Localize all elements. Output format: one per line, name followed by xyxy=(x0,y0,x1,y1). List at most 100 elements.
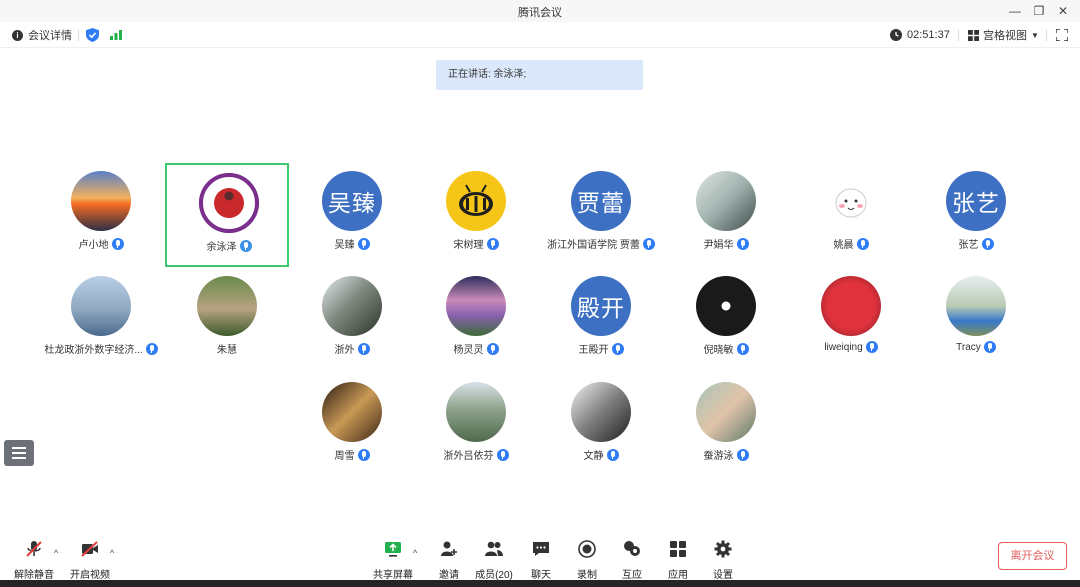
microphone-status-icon xyxy=(486,237,499,250)
participant-tile[interactable]: 贾蕾 浙江外国语学院 贾蕾 xyxy=(539,163,663,267)
gear-icon xyxy=(714,540,732,558)
record-button[interactable]: 录制 xyxy=(562,540,612,581)
participant-name-row: 浙外 xyxy=(280,341,424,356)
participant-tile[interactable]: Tracy xyxy=(914,268,1038,372)
participant-name: 周雪 xyxy=(334,451,355,462)
participant-name: 蚕游泳 xyxy=(703,451,734,462)
participant-tile[interactable]: 卢小地 xyxy=(39,163,163,267)
start-video-button[interactable]: 开启视频 xyxy=(65,540,115,581)
video-options-chevron-up-icon[interactable]: ^ xyxy=(110,548,114,558)
participant-tile[interactable]: 朱慧 xyxy=(165,268,289,372)
participant-name: 杨灵灵 xyxy=(453,345,484,356)
participant-tile[interactable]: 张艺 张艺 xyxy=(914,163,1038,267)
share-screen-icon xyxy=(385,542,401,557)
bottom-control-bar: 解除静音 ^ 开启视频 ^ 共享屏幕 ^ 邀请 成员(20) 聊天 录制 互应 … xyxy=(0,534,1080,581)
participant-tile[interactable]: 姚晨 xyxy=(789,163,913,267)
security-shield-icon[interactable] xyxy=(86,22,99,48)
divider xyxy=(78,29,79,41)
restore-button[interactable]: ❐ xyxy=(1028,2,1050,20)
participant-name: 倪晓敏 xyxy=(703,345,734,356)
participant-name: 姚晨 xyxy=(833,240,854,251)
members-button[interactable]: 成员(20) xyxy=(469,540,519,581)
participant-avatar xyxy=(322,382,382,442)
interact-button[interactable]: 互应 xyxy=(607,540,657,581)
participant-tile[interactable]: 吴臻 吴臻 xyxy=(290,163,414,267)
participant-tile[interactable]: liweiqing xyxy=(789,268,913,372)
participant-tile[interactable]: 浙外 xyxy=(290,268,414,372)
clock-icon xyxy=(890,29,902,41)
participant-name: 王殿开 xyxy=(578,345,609,356)
microphone-status-icon xyxy=(736,448,749,461)
participant-avatar xyxy=(71,276,131,336)
fullscreen-icon[interactable] xyxy=(1056,22,1068,48)
participant-tile[interactable]: 余泳泽 xyxy=(165,163,289,267)
participant-tile[interactable]: 周雪 xyxy=(290,374,414,478)
share-screen-button[interactable]: 共享屏幕 xyxy=(368,540,418,581)
meeting-toolbar: i 会议详情 02:51:37 宫格视图 ▼ xyxy=(0,22,1080,48)
participant-name: liweiqing xyxy=(824,341,863,353)
participant-name: 朱慧 xyxy=(217,345,237,356)
close-button[interactable]: ✕ xyxy=(1052,2,1074,20)
meeting-details-label: 会议详情 xyxy=(28,30,72,42)
participant-tile[interactable]: 倪晓敏 xyxy=(664,268,788,372)
participant-name-row: 朱慧 xyxy=(155,341,299,356)
participant-list-toggle[interactable] xyxy=(4,440,34,466)
record-label: 录制 xyxy=(577,570,597,581)
apps-label: 应用 xyxy=(668,570,688,581)
microphone-status-icon xyxy=(865,341,878,353)
participant-name-row: 吴臻 xyxy=(280,236,424,251)
participant-name: 文静 xyxy=(583,451,604,462)
view-mode-dropdown[interactable]: 宫格视图 ▼ xyxy=(968,22,1039,48)
start-video-label: 开启视频 xyxy=(70,570,110,581)
invite-button[interactable]: 邀请 xyxy=(424,540,474,581)
unmute-label: 解除静音 xyxy=(14,570,54,581)
network-signal-icon[interactable] xyxy=(110,22,122,48)
participant-tile[interactable]: 尹娟华 xyxy=(664,163,788,267)
participant-tile[interactable]: 杨灵灵 xyxy=(414,268,538,372)
participant-avatar xyxy=(821,276,881,336)
microphone-status-icon xyxy=(606,448,619,461)
participant-avatar: 张艺 xyxy=(946,171,1006,231)
participant-avatar xyxy=(446,382,506,442)
timer-text: 02:51:37 xyxy=(907,29,950,41)
participant-avatar xyxy=(696,382,756,442)
unmute-button[interactable]: 解除静音 xyxy=(9,540,59,581)
chat-button[interactable]: 聊天 xyxy=(516,540,566,581)
audio-options-chevron-up-icon[interactable]: ^ xyxy=(54,548,58,558)
participant-tile[interactable]: 殿开 王殿开 xyxy=(539,268,663,372)
microphone-status-icon xyxy=(357,342,370,355)
participant-name-row: 宋树理 xyxy=(404,236,548,251)
participant-name-row: 杜龙政浙外数字经济... xyxy=(29,341,173,356)
divider xyxy=(958,29,959,41)
interact-label: 互应 xyxy=(622,570,642,581)
meeting-details-button[interactable]: i 会议详情 xyxy=(12,22,72,48)
participant-tile[interactable]: 文静 xyxy=(539,374,663,478)
view-mode-label: 宫格视图 xyxy=(983,30,1027,42)
participant-tile[interactable]: 杜龙政浙外数字经济... xyxy=(39,268,163,372)
meeting-timer: 02:51:37 xyxy=(890,22,950,48)
participant-avatar xyxy=(446,276,506,336)
participant-name-row: 浙江外国语学院 贾蕾 xyxy=(529,236,673,251)
apps-button[interactable]: 应用 xyxy=(653,540,703,581)
microphone-status-icon xyxy=(357,448,370,461)
microphone-status-icon xyxy=(486,342,499,355)
minimize-button[interactable]: — xyxy=(1004,2,1026,20)
microphone-status-icon xyxy=(981,237,994,250)
participant-tile[interactable]: 浙外吕依芬 xyxy=(414,374,538,478)
participant-avatar xyxy=(946,276,1006,336)
invite-label: 邀请 xyxy=(439,570,459,581)
apps-icon xyxy=(670,541,686,557)
share-options-chevron-up-icon[interactable]: ^ xyxy=(413,548,417,558)
participant-tile[interactable]: 蚕游泳 xyxy=(664,374,788,478)
participant-name: 余泳泽 xyxy=(206,242,237,253)
share-screen-label: 共享屏幕 xyxy=(373,570,413,581)
settings-button[interactable]: 设置 xyxy=(698,540,748,581)
leave-meeting-button[interactable]: 离开会议 xyxy=(998,542,1067,570)
participant-tile[interactable]: 宋树理 xyxy=(414,163,538,267)
participant-avatar xyxy=(446,171,506,231)
participant-avatar xyxy=(696,171,756,231)
speaking-indicator: 正在讲话: 余泳泽; xyxy=(436,60,643,90)
participant-avatar xyxy=(71,171,131,231)
microphone-status-icon xyxy=(111,237,124,250)
participant-avatar xyxy=(322,276,382,336)
